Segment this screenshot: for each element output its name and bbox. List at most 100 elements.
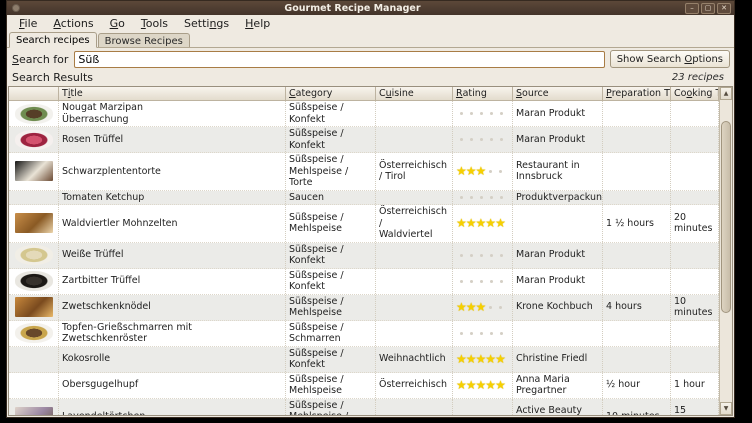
rating-dot-icon bbox=[500, 138, 503, 141]
cell-source: Anna Maria Pregartner bbox=[513, 373, 603, 398]
rating-dot-icon bbox=[480, 196, 483, 199]
cell-source: Maran Produkt bbox=[513, 269, 603, 294]
column-header-category[interactable]: Category bbox=[286, 87, 376, 101]
column-header-title[interactable]: Title bbox=[59, 87, 286, 101]
cell-cook bbox=[671, 191, 719, 205]
tab-search-recipes[interactable]: Search recipes bbox=[9, 32, 97, 48]
cell-cook bbox=[671, 153, 719, 190]
cell-cook bbox=[671, 269, 719, 294]
cell-category: Süßspeise / Konfekt bbox=[286, 347, 376, 372]
column-header-thumb[interactable] bbox=[9, 87, 59, 101]
rating-dot-icon bbox=[499, 170, 502, 173]
table-row[interactable]: Zartbitter TrüffelSüßspeise / KonfektMar… bbox=[9, 269, 719, 295]
cell-category: Süßspeise / Mehlspeise / Muffins bbox=[286, 399, 376, 416]
rating-star-icon: ★ bbox=[466, 354, 476, 364]
table-row[interactable]: Nougat Marzipan ÜberraschungSüßspeise / … bbox=[9, 101, 719, 127]
cell-source: Restaurant in Innsbruck bbox=[513, 153, 603, 190]
column-header-prep[interactable]: Preparation Time bbox=[603, 87, 671, 101]
cell-title: Waldviertler Mohnzelten bbox=[59, 205, 286, 242]
menu-item-actions[interactable]: Actions bbox=[45, 16, 101, 31]
tab-browse-recipes[interactable]: Browse Recipes bbox=[98, 33, 190, 47]
show-search-options-button[interactable]: Show Search Options bbox=[610, 50, 730, 68]
table-row[interactable]: Weiße TrüffelSüßspeise / KonfektMaran Pr… bbox=[9, 243, 719, 269]
menu-item-help[interactable]: Help bbox=[237, 16, 278, 31]
rating-dot-icon bbox=[470, 280, 473, 283]
rating-dot-icon bbox=[460, 196, 463, 199]
cell-title: Lavendeltörtchen bbox=[59, 399, 286, 416]
cell-thumb bbox=[9, 101, 59, 126]
cell-thumb bbox=[9, 347, 59, 372]
rating-star-icon: ★ bbox=[456, 166, 466, 176]
table-row[interactable]: LavendeltörtchenSüßspeise / Mehlspeise /… bbox=[9, 399, 719, 416]
rating-dot-icon bbox=[470, 196, 473, 199]
cell-prep: 1 ½ hours bbox=[603, 205, 671, 242]
table-row[interactable]: KokosrolleSüßspeise / KonfektWeihnachtli… bbox=[9, 347, 719, 373]
rating-dot-icon bbox=[489, 170, 492, 173]
scrollbar-thumb[interactable] bbox=[721, 121, 731, 313]
menu-item-settings[interactable]: Settings bbox=[176, 16, 237, 31]
rating-dot-icon bbox=[490, 196, 493, 199]
app-window: Gourmet Recipe Manager – ▢ ✕ FileActions… bbox=[6, 0, 735, 418]
menu-item-file[interactable]: File bbox=[11, 16, 45, 31]
cell-cook bbox=[671, 321, 719, 346]
cell-cuisine bbox=[376, 191, 453, 205]
menu-item-tools[interactable]: Tools bbox=[133, 16, 176, 31]
recipe-table: TitleCategoryCuisineRatingSourcePreparat… bbox=[8, 86, 733, 416]
rating-star-icon: ★ bbox=[456, 380, 466, 390]
cell-rating: ★★★★★ bbox=[453, 205, 513, 242]
recipe-thumbnail bbox=[15, 245, 53, 265]
rating-star-icon: ★ bbox=[476, 166, 486, 176]
table-row[interactable]: Waldviertler MohnzeltenSüßspeise / Mehls… bbox=[9, 205, 719, 243]
rating-dot-icon bbox=[500, 280, 503, 283]
column-header-cuisine[interactable]: Cuisine bbox=[376, 87, 453, 101]
rating-star-icon: ★ bbox=[495, 354, 505, 364]
window-title: Gourmet Recipe Manager bbox=[20, 2, 685, 15]
table-row[interactable]: Rosen TrüffelSüßspeise / KonfektMaran Pr… bbox=[9, 127, 719, 153]
cell-cook: 10 minutes bbox=[671, 295, 719, 320]
rating-star-icon: ★ bbox=[466, 166, 476, 176]
rating-star-icon: ★ bbox=[476, 218, 486, 228]
cell-cuisine bbox=[376, 269, 453, 294]
rating-star-icon: ★ bbox=[466, 302, 476, 312]
rating-star-icon: ★ bbox=[476, 354, 486, 364]
cell-cuisine bbox=[376, 321, 453, 346]
column-header-rating[interactable]: Rating bbox=[453, 87, 513, 101]
rating-dot-icon bbox=[480, 332, 483, 335]
cell-rating bbox=[453, 243, 513, 268]
cell-rating: ★★★★★ bbox=[453, 347, 513, 372]
cell-rating bbox=[453, 191, 513, 205]
window-icon[interactable] bbox=[12, 4, 20, 12]
close-button[interactable]: ✕ bbox=[717, 3, 731, 14]
cell-cuisine: Weihnachtlich bbox=[376, 347, 453, 372]
v-scrollbar[interactable]: ▲ ▼ bbox=[719, 87, 732, 415]
minimize-button[interactable]: – bbox=[685, 3, 699, 14]
recipe-thumbnail bbox=[15, 297, 53, 317]
menu-item-go[interactable]: Go bbox=[102, 16, 133, 31]
cell-category: Saucen bbox=[286, 191, 376, 205]
scroll-up-button[interactable]: ▲ bbox=[720, 87, 732, 100]
window-titlebar[interactable]: Gourmet Recipe Manager – ▢ ✕ bbox=[7, 1, 734, 15]
maximize-button[interactable]: ▢ bbox=[701, 3, 715, 14]
search-input[interactable] bbox=[74, 51, 604, 68]
table-row[interactable]: Tomaten KetchupSaucenProduktverpackung bbox=[9, 191, 719, 206]
rating-star-icon: ★ bbox=[476, 302, 486, 312]
cell-category: Süßspeise / Mehlspeise / Torte bbox=[286, 153, 376, 190]
rating-star-icon: ★ bbox=[456, 354, 466, 364]
scroll-down-button[interactable]: ▼ bbox=[720, 402, 732, 415]
cell-source: Christine Friedl bbox=[513, 347, 603, 372]
cell-thumb bbox=[9, 127, 59, 152]
cell-thumb bbox=[9, 399, 59, 416]
table-row[interactable]: ZwetschkenknödelSüßspeise / Mehlspeise★★… bbox=[9, 295, 719, 321]
recipe-thumbnail bbox=[15, 104, 53, 124]
cell-prep bbox=[603, 347, 671, 372]
cell-thumb bbox=[9, 205, 59, 242]
cell-thumb bbox=[9, 321, 59, 346]
rating-dot-icon bbox=[470, 332, 473, 335]
table-row[interactable]: Topfen-Grießschmarren mit Zwetschkenröst… bbox=[9, 321, 719, 347]
table-row[interactable]: ObersgugelhupfSüßspeise / MehlspeiseÖste… bbox=[9, 373, 719, 399]
table-row[interactable]: SchwarzplententorteSüßspeise / Mehlspeis… bbox=[9, 153, 719, 191]
column-header-cook[interactable]: Cooking Time bbox=[671, 87, 719, 101]
rating-star-icon: ★ bbox=[456, 302, 466, 312]
column-header-source[interactable]: Source bbox=[513, 87, 603, 101]
cell-thumb bbox=[9, 191, 59, 205]
